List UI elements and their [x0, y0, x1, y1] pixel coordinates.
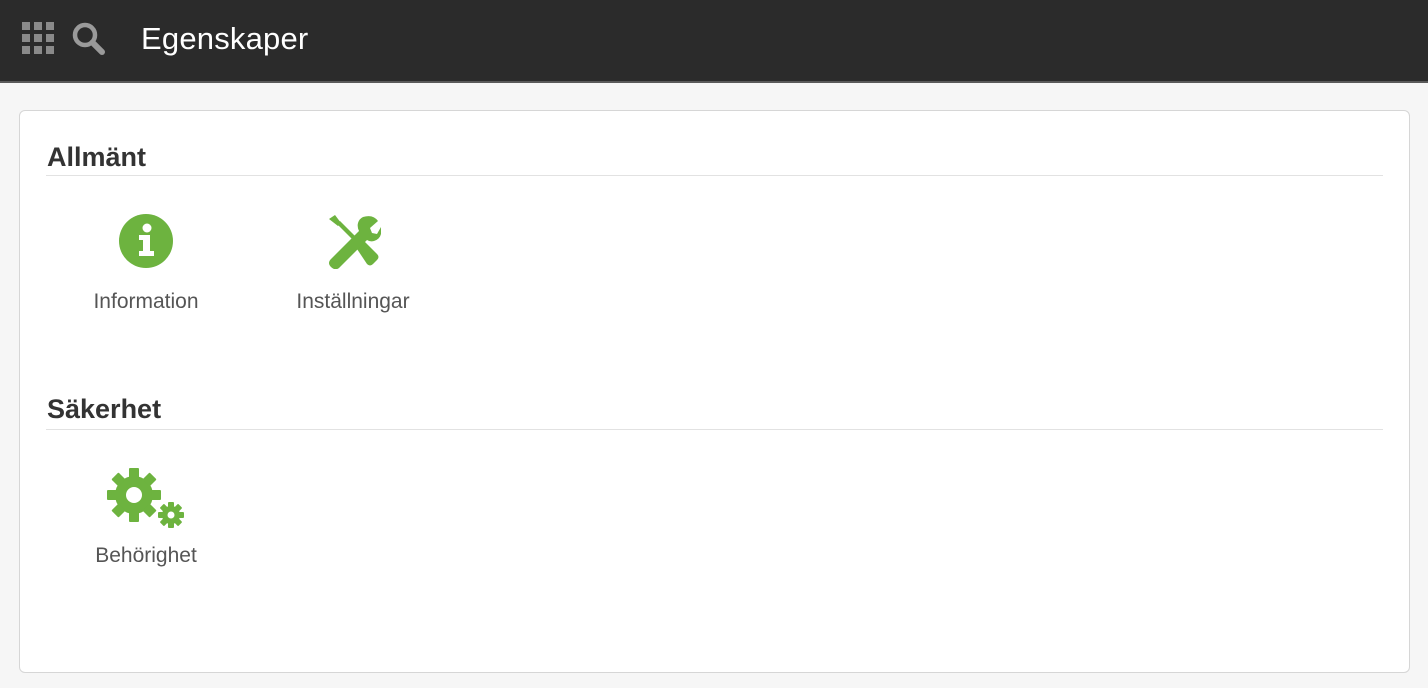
section-divider	[46, 175, 1383, 176]
apps-grid-icon[interactable]	[22, 22, 54, 54]
section-title-general: Allmänt	[47, 142, 147, 172]
tile-information[interactable]: Information	[46, 213, 246, 323]
top-bar: Egenskaper	[0, 0, 1428, 83]
section-divider	[46, 429, 1383, 430]
tile-settings[interactable]: Inställningar	[253, 213, 453, 323]
page-title: Egenskaper	[141, 21, 309, 56]
section-title-security: Säkerhet	[47, 394, 162, 424]
search-icon[interactable]	[70, 20, 106, 56]
gears-icon	[107, 468, 184, 528]
tools-icon	[329, 215, 381, 269]
tile-label: Information	[93, 290, 199, 313]
tile-label: Inställningar	[296, 290, 410, 313]
properties-panel: Allmänt Information Inställningar Säkerh…	[19, 110, 1410, 673]
tile-label: Behörighet	[95, 544, 197, 567]
tile-permission[interactable]: Behörighet	[46, 467, 246, 577]
info-circle-icon	[119, 214, 173, 268]
